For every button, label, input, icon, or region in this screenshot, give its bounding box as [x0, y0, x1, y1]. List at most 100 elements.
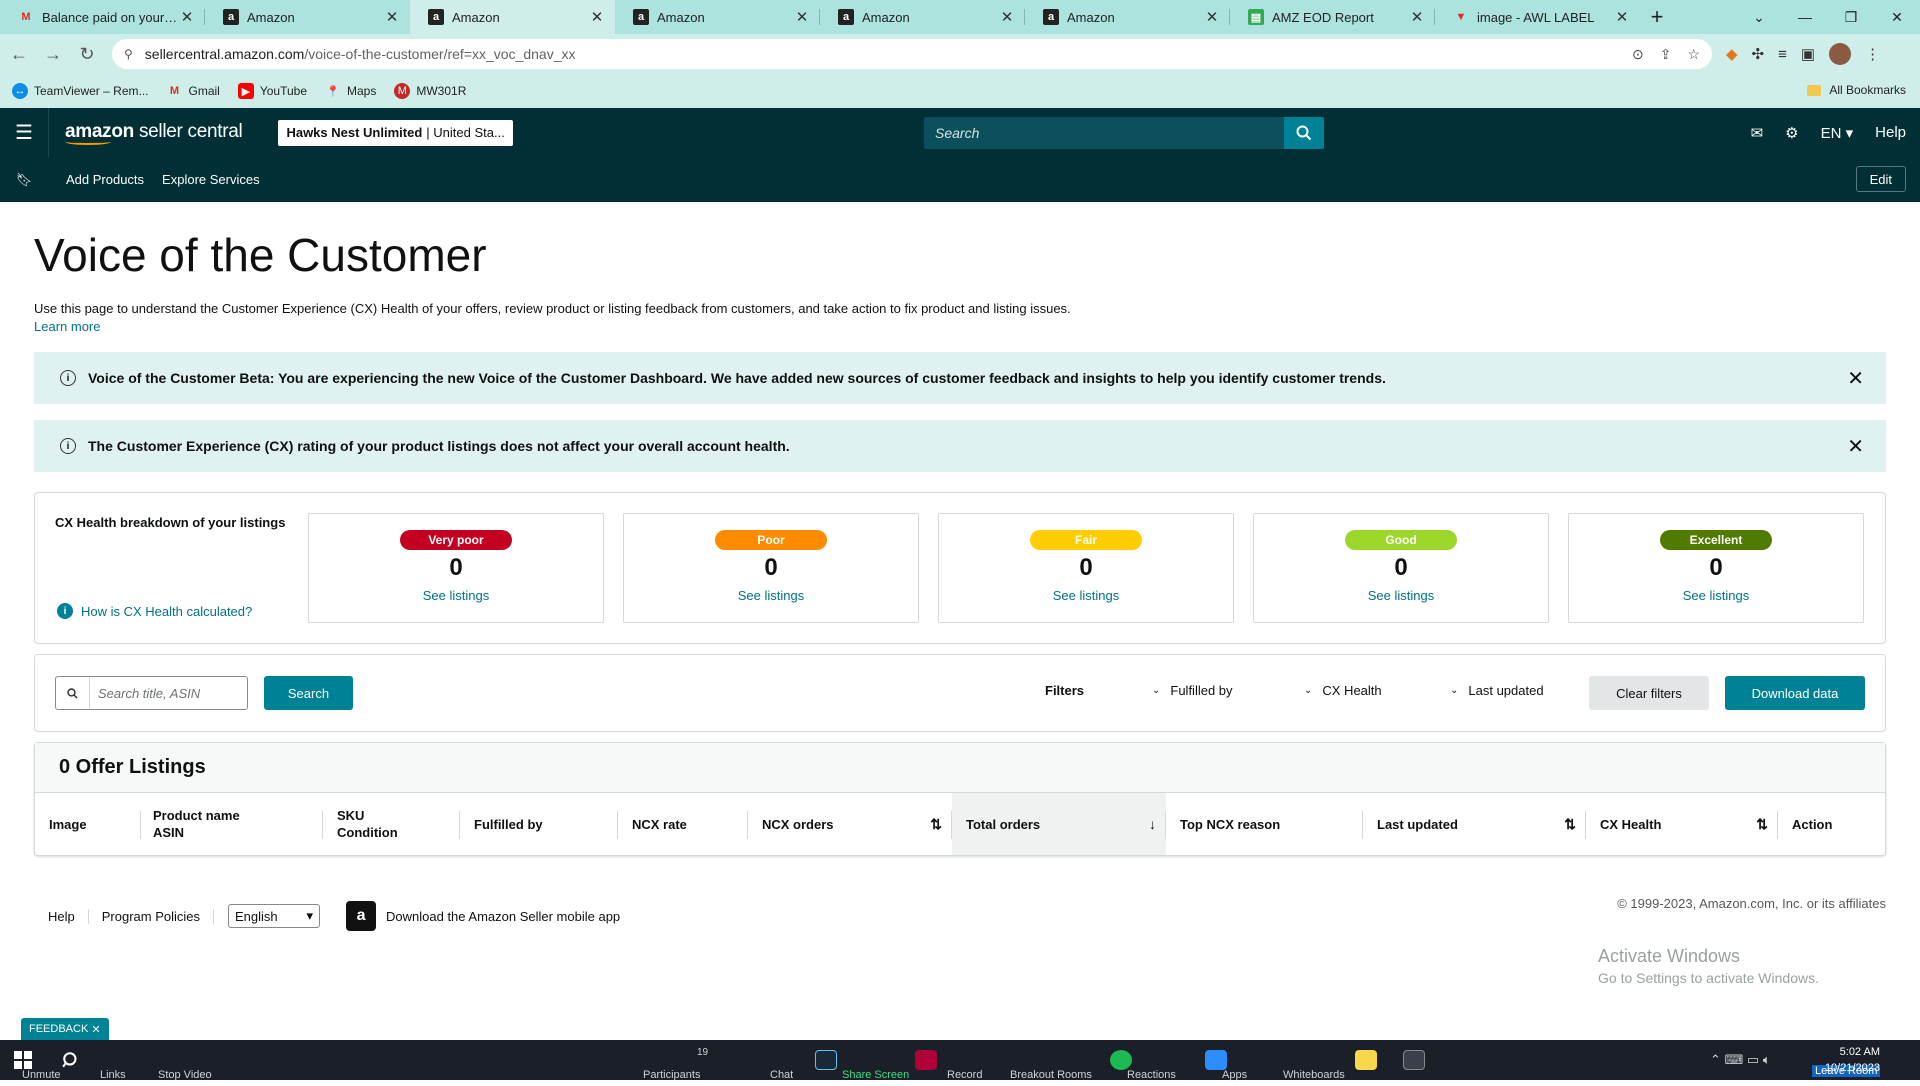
see-listings-link[interactable]: See listings	[1254, 588, 1548, 603]
back-icon[interactable]: ←	[4, 39, 34, 69]
close-tab-icon[interactable]: ✕	[179, 8, 195, 26]
minimize-icon[interactable]: —	[1782, 0, 1828, 34]
see-listings-link[interactable]: See listings	[309, 588, 603, 603]
help-link[interactable]: Help	[1875, 124, 1906, 141]
profile-avatar[interactable]	[1829, 43, 1852, 65]
col-fulfilled-by[interactable]: Fulfilled by	[460, 793, 618, 855]
header-search-button[interactable]	[1284, 117, 1324, 149]
mail-icon[interactable]: ✉	[1751, 124, 1764, 142]
col-last-updated[interactable]: Last updated ⇅	[1363, 793, 1586, 855]
menu-icon[interactable]: ⋮	[1865, 45, 1880, 63]
app-download-link[interactable]: a Download the Amazon Seller mobile app	[346, 901, 620, 931]
browser-tab[interactable]: a Amazon ✕	[205, 0, 410, 34]
zoom-stop-video[interactable]: Stop Video	[108, 1046, 212, 1086]
store-selector[interactable]: Hawks Nest Unlimited | United Sta...	[278, 119, 513, 146]
zoom-participants[interactable]: Participants	[643, 1046, 700, 1086]
col-ncx-rate[interactable]: NCX rate	[618, 793, 748, 855]
browser-tab[interactable]: a Amazon ✕	[1025, 0, 1230, 34]
steam-icon[interactable]	[815, 1040, 837, 1080]
share-icon[interactable]: ⇪	[1660, 46, 1672, 63]
gear-icon[interactable]: ⚙	[1785, 124, 1798, 142]
zoom-unmute[interactable]: Unmute	[22, 1046, 61, 1086]
see-listings-link[interactable]: See listings	[624, 588, 918, 603]
col-sku[interactable]: SKU Condition	[323, 793, 460, 855]
browser-tab[interactable]: ▤ AMZ EOD Report ✕	[1230, 0, 1435, 34]
close-icon[interactable]: ✕	[1847, 366, 1864, 391]
cx-health-dropdown[interactable]: ⌄ CX Health	[1304, 683, 1382, 698]
browser-tab[interactable]: a Amazon ✕	[820, 0, 1025, 34]
close-tab-icon[interactable]: ✕	[589, 8, 605, 26]
close-tab-icon[interactable]: ✕	[1614, 8, 1630, 26]
col-cx-health[interactable]: CX Health ⇅	[1586, 793, 1778, 855]
feedback-button[interactable]: FEEDBACK ✕	[21, 1018, 109, 1040]
footer-policies-link[interactable]: Program Policies	[89, 908, 215, 924]
close-tab-icon[interactable]: ✕	[384, 8, 400, 26]
header-search-input[interactable]: Search	[924, 117, 1284, 149]
close-tab-icon[interactable]: ✕	[794, 8, 810, 26]
close-tab-icon[interactable]: ✕	[999, 8, 1015, 26]
close-tab-icon[interactable]: ✕	[1204, 8, 1220, 26]
sort-down-icon[interactable]: ↓	[1149, 816, 1156, 833]
browser-tab[interactable]: a Amazon ✕	[615, 0, 820, 34]
forward-icon[interactable]: →	[38, 39, 68, 69]
bookmark-item[interactable]: M Gmail	[167, 83, 220, 99]
col-top-ncx-reason[interactable]: Top NCX reason	[1166, 793, 1363, 855]
see-listings-link[interactable]: See listings	[939, 588, 1233, 603]
learn-more-link[interactable]: Learn more	[34, 319, 100, 334]
browser-tab-active[interactable]: a Amazon ✕	[410, 0, 615, 34]
media-icon[interactable]: ≡	[1778, 46, 1787, 63]
all-bookmarks[interactable]: All Bookmarks	[1807, 83, 1906, 97]
sort-icon[interactable]: ⇅	[1756, 816, 1768, 833]
zoom-record[interactable]: Record	[947, 1046, 982, 1086]
nav-explore-services[interactable]: Explore Services	[162, 172, 260, 187]
bookmark-item[interactable]: M MW301R	[394, 83, 466, 99]
col-total-orders[interactable]: Total orders ↓	[952, 793, 1166, 855]
hamburger-menu-icon[interactable]: ☰	[0, 120, 48, 145]
app-icon[interactable]	[915, 1040, 937, 1080]
sort-icon[interactable]: ⇅	[1564, 816, 1576, 833]
language-selector[interactable]: EN ▾	[1821, 124, 1854, 142]
close-icon[interactable]: ✕	[91, 1023, 100, 1036]
sidepanel-icon[interactable]: ▣	[1801, 45, 1815, 63]
zoom-apps[interactable]: Apps	[1212, 1046, 1247, 1086]
footer-language-select[interactable]: English ▾	[228, 904, 321, 928]
zoom-chat[interactable]: Chat	[770, 1046, 793, 1086]
footer-help-link[interactable]: Help	[34, 908, 89, 924]
nav-add-products[interactable]: Add Products	[66, 172, 144, 187]
zoom-breakout-rooms[interactable]: Breakout Rooms	[1010, 1046, 1092, 1086]
zoom-share-screen[interactable]: Share Screen	[842, 1046, 909, 1086]
system-clock[interactable]: 5:02 AM 10/21/2023	[1825, 1044, 1880, 1076]
col-ncx-orders[interactable]: NCX orders ⇅	[748, 793, 952, 855]
close-tab-icon[interactable]: ✕	[1409, 8, 1425, 26]
puzzle-icon[interactable]: ✣	[1752, 45, 1765, 63]
sticky-notes-icon[interactable]	[1355, 1040, 1377, 1080]
restore-icon[interactable]: ❐	[1828, 0, 1874, 34]
how-cx-calculated[interactable]: i How is CX Health calculated?	[57, 603, 252, 619]
search-button[interactable]: Search	[264, 676, 353, 710]
close-window-icon[interactable]: ✕	[1874, 0, 1920, 34]
tab-search-icon[interactable]: ⌄	[1736, 0, 1782, 34]
fulfilled-by-dropdown[interactable]: ⌄ Fulfilled by	[1152, 683, 1233, 698]
browser-tab[interactable]: ▼ image - AWL LABEL ✕	[1435, 0, 1640, 34]
bookmark-item[interactable]: ↔ TeamViewer – Rem...	[12, 83, 149, 99]
bookmark-item[interactable]: 📍 Maps	[325, 83, 376, 99]
zoom-reactions[interactable]: Reactions	[1127, 1046, 1176, 1086]
tray-icons[interactable]: ⌃ ⌨ ▭ 🔈︎	[1710, 1040, 1771, 1080]
metamask-icon[interactable]: ◆	[1726, 45, 1738, 63]
install-icon[interactable]: ⊙	[1632, 46, 1644, 63]
seller-central-logo[interactable]: amazon seller central	[65, 121, 243, 145]
bookmark-icon[interactable]: 🔖︎	[0, 172, 48, 188]
zoom-whiteboards[interactable]: Whiteboards	[1283, 1046, 1345, 1086]
url-bar[interactable]: ⚲ sellercentral.amazon.com/voice-of-the-…	[112, 39, 1712, 69]
bookmark-item[interactable]: ▶ YouTube	[237, 83, 307, 99]
close-icon[interactable]: ✕	[1847, 434, 1864, 459]
search-icon[interactable]	[62, 1040, 80, 1080]
star-icon[interactable]: ☆	[1687, 46, 1700, 63]
reload-icon[interactable]: ↻	[72, 39, 102, 69]
listing-search-input[interactable]: Search title, ASIN	[55, 676, 248, 710]
sort-icon[interactable]: ⇅	[930, 816, 942, 833]
site-info-icon[interactable]: ⚲	[124, 47, 133, 61]
calculator-icon[interactable]	[1403, 1040, 1425, 1080]
download-data-button[interactable]: Download data	[1725, 676, 1865, 710]
browser-tab[interactable]: M Balance paid on your Ama ✕	[0, 0, 205, 34]
